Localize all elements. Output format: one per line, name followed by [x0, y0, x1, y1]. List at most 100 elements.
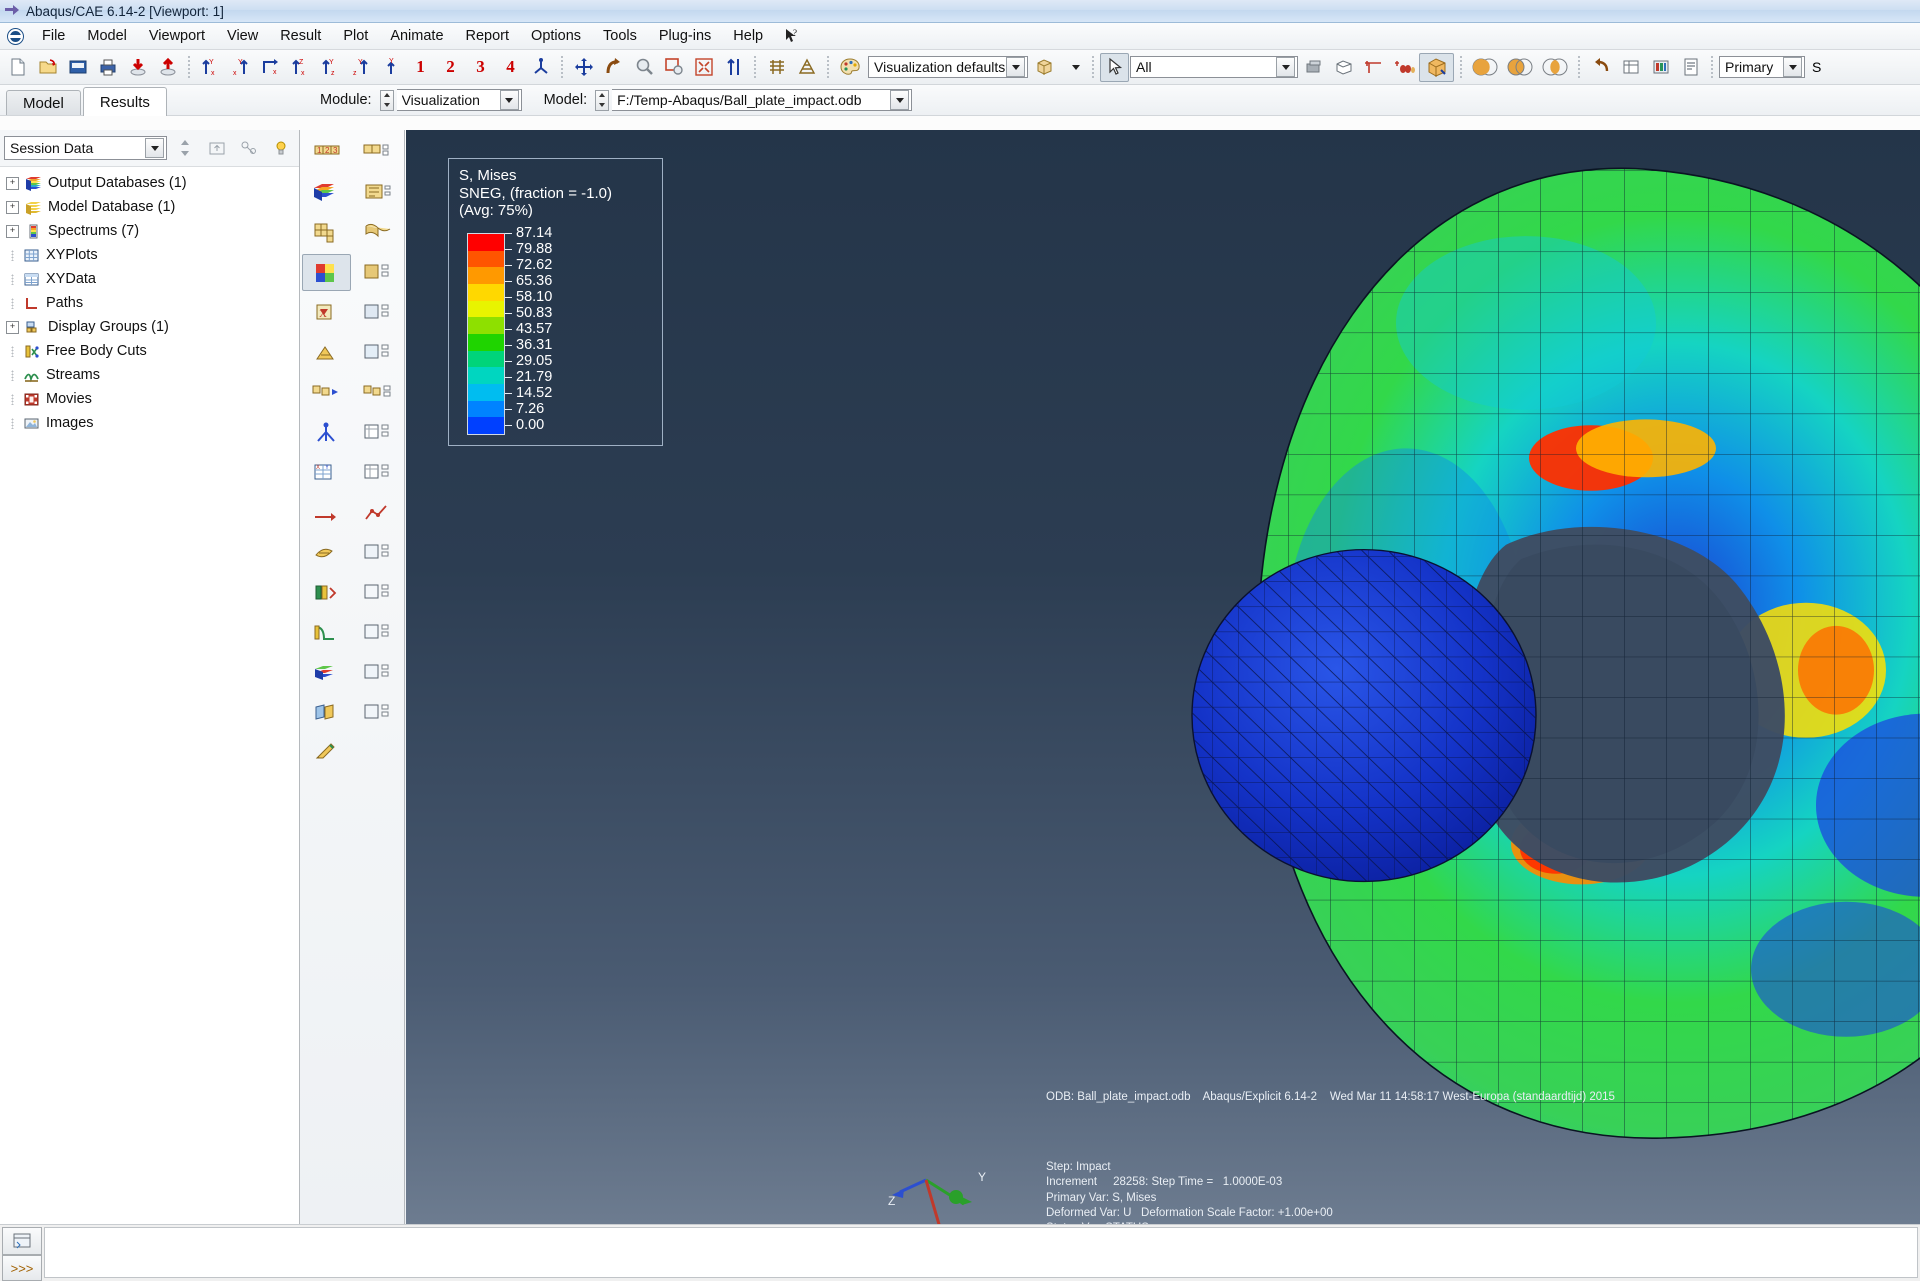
view-y-icon[interactable]: Y: [376, 53, 405, 82]
menu-view[interactable]: View: [216, 25, 269, 47]
ply-stack-options-icon[interactable]: [353, 654, 402, 691]
plot-symbols-icon[interactable]: [1389, 53, 1418, 82]
chevron-down-icon[interactable]: [145, 138, 165, 158]
context-help-icon[interactable]: ?: [784, 28, 800, 44]
filter-icon[interactable]: [235, 134, 263, 163]
undo-icon[interactable]: [1586, 53, 1615, 82]
fit-all-icon[interactable]: [689, 53, 718, 82]
tree-item-images[interactable]: Images: [4, 411, 299, 435]
query-information-icon[interactable]: [302, 734, 352, 771]
view-zy-icon[interactable]: zY: [346, 53, 375, 82]
open-file-icon[interactable]: [33, 53, 62, 82]
save-model-database-icon[interactable]: [63, 53, 92, 82]
menu-viewport[interactable]: Viewport: [138, 25, 216, 47]
free-body-options-icon[interactable]: [353, 574, 402, 611]
animate-scale-factor-icon[interactable]: [353, 374, 402, 411]
named-view-2-button[interactable]: 2: [436, 53, 465, 82]
probe-icon[interactable]: [1616, 53, 1645, 82]
model-combo[interactable]: F:/Temp-Abaqus/Ball_plate_impact.odb: [612, 89, 913, 111]
new-file-icon[interactable]: [3, 53, 32, 82]
tree-item-display-groups[interactable]: + Display Groups (1): [4, 315, 299, 339]
system-menu-icon[interactable]: [5, 27, 25, 45]
rotate-icon[interactable]: [599, 53, 628, 82]
expand-toggle-icon[interactable]: +: [6, 320, 19, 334]
free-body-cut-manager-icon[interactable]: [302, 574, 351, 611]
render-style-dropdown[interactable]: [1066, 53, 1086, 82]
spinner-icon[interactable]: [379, 89, 394, 111]
cli-prompt[interactable]: >>>: [2, 1255, 42, 1281]
named-view-4-button[interactable]: 4: [496, 53, 525, 82]
xy-data-manager-icon[interactable]: XY: [302, 454, 351, 491]
allow-multiple-plot-states-icon[interactable]: [353, 214, 402, 251]
plot-deformed-icon[interactable]: [353, 134, 402, 171]
tree-item-movies[interactable]: Movies: [4, 387, 299, 411]
prompt-icon[interactable]: [2, 1227, 42, 1255]
menu-options[interactable]: Options: [520, 25, 592, 47]
menu-help[interactable]: Help: [722, 25, 774, 47]
viewport-canvas[interactable]: S, Mises SNEG, (fraction = -1.0) (Avg: 7…: [406, 130, 1920, 1225]
spectrum-icon[interactable]: [1646, 53, 1675, 82]
view-yz-icon[interactable]: Yz: [316, 53, 345, 82]
superimpose-options-icon[interactable]: [353, 254, 402, 291]
common-options-icon[interactable]: [302, 254, 351, 291]
menu-animate[interactable]: Animate: [379, 25, 454, 47]
named-view-3-button[interactable]: 3: [466, 53, 495, 82]
animate-harmonic-icon[interactable]: [302, 414, 351, 451]
view-zx-icon[interactable]: Zx: [286, 53, 315, 82]
tree-item-paths[interactable]: Paths: [4, 291, 299, 315]
render-hidden-icon[interactable]: [792, 53, 821, 82]
create-display-group-icon[interactable]: [1359, 53, 1388, 82]
render-wireframe-icon[interactable]: [762, 53, 791, 82]
view-yx-icon[interactable]: xY: [226, 53, 255, 82]
menu-tools[interactable]: Tools: [592, 25, 648, 47]
viewport-style-combo[interactable]: Visualization defaults: [868, 56, 1028, 78]
render-style-icon[interactable]: [1029, 53, 1065, 82]
xy-plot-options-icon[interactable]: [353, 454, 402, 491]
view-cut-options-icon[interactable]: [353, 694, 402, 731]
chevron-down-icon[interactable]: [1783, 57, 1802, 77]
select-arrow-icon[interactable]: [1100, 52, 1129, 82]
xy-data-from-path-icon[interactable]: [353, 494, 402, 531]
stress-linearization-icon[interactable]: [302, 614, 351, 651]
plot-symbols-icon[interactable]: [353, 174, 402, 211]
chevron-down-icon[interactable]: [890, 90, 910, 110]
menu-model[interactable]: Model: [76, 25, 138, 47]
named-view-1-button[interactable]: 1: [406, 53, 435, 82]
tab-results[interactable]: Results: [82, 87, 167, 116]
path-create-icon[interactable]: [302, 494, 351, 531]
sort-updown-icon[interactable]: [171, 134, 199, 163]
print-icon[interactable]: [93, 53, 122, 82]
expand-toggle-icon[interactable]: +: [6, 224, 19, 238]
box-zoom-icon[interactable]: [659, 53, 688, 82]
tree-item-spectrums[interactable]: + Spectrums (7): [4, 219, 299, 243]
field-output-combo[interactable]: Primary: [1719, 56, 1805, 78]
symbol-options-icon[interactable]: [353, 294, 402, 331]
tree-item-output-databases[interactable]: + Output Databases (1): [4, 171, 299, 195]
tree-item-xyplots[interactable]: XYPlots: [4, 243, 299, 267]
linearization-options-icon[interactable]: [353, 614, 402, 651]
animate-time-history-icon[interactable]: [302, 374, 351, 411]
view-rotate-xy-icon[interactable]: x: [256, 53, 285, 82]
session-data-combo[interactable]: Session Data: [4, 136, 168, 160]
remove-selected-icon[interactable]: [1329, 53, 1358, 82]
view-xy-icon[interactable]: Yx: [196, 53, 225, 82]
superimpose-plot-options-icon[interactable]: [353, 334, 402, 371]
tree-item-free-body-cuts[interactable]: Free Body Cuts: [4, 339, 299, 363]
tree-item-streams[interactable]: Streams: [4, 363, 299, 387]
plot-undeformed-icon[interactable]: 123: [302, 134, 351, 171]
animation-options-icon[interactable]: [353, 414, 402, 451]
contour-options-icon[interactable]: X: [302, 294, 351, 331]
expand-toggle-icon[interactable]: +: [6, 176, 19, 190]
menu-result[interactable]: Result: [269, 25, 332, 47]
magnify-icon[interactable]: [629, 53, 658, 82]
export-icon[interactable]: [153, 53, 182, 82]
menu-plot[interactable]: Plot: [332, 25, 379, 47]
tree-item-model-database[interactable]: + Model Database (1): [4, 195, 299, 219]
spinner-icon[interactable]: [595, 89, 610, 111]
color-palette-icon[interactable]: [835, 53, 864, 82]
probe-options-icon[interactable]: [353, 534, 402, 571]
tree-item-xydata[interactable]: XYData: [4, 267, 299, 291]
up-one-level-icon[interactable]: [203, 134, 231, 163]
plot-deformed-icon[interactable]: [1419, 52, 1454, 82]
plot-material-orientation-icon[interactable]: [302, 214, 351, 251]
